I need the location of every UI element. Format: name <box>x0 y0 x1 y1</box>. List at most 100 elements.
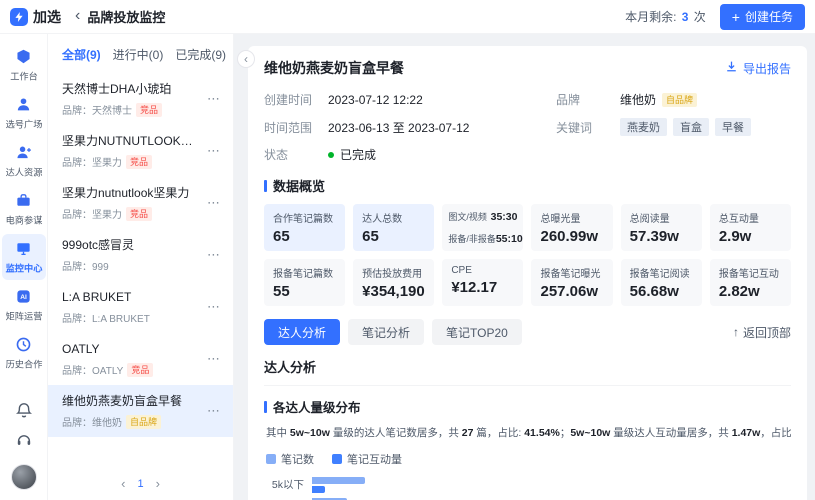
stat-value: 2.9w <box>719 228 782 245</box>
back-icon[interactable]: ‹ <box>75 8 80 24</box>
sidebar-item-history-cooperation[interactable]: 历史合作 <box>2 330 46 376</box>
legend-notes[interactable]: 笔记数 <box>266 451 314 467</box>
detail-title: 维他奶燕麦奶盲盒早餐 <box>264 58 404 78</box>
bar-notes <box>312 477 365 484</box>
sidebar-item-label: 监控中心 <box>5 261 42 275</box>
stat-card: 报备笔记曝光 257.06w <box>531 259 612 306</box>
stat-value: 257.06w <box>540 283 603 300</box>
user-avatar[interactable] <box>11 464 37 490</box>
task-title: OATLY <box>62 341 203 357</box>
sidebar-item-label: 达人资源 <box>5 165 42 179</box>
tab-all[interactable]: 全部(9) <box>62 46 101 63</box>
task-brand: 品牌：L:A BRUKET <box>62 310 150 325</box>
legend-notes-swatch <box>266 454 276 464</box>
level-distribution-section: 各达人量级分布 其中 5w~10w 量级的达人笔记数居多，共 27 篇，占比: … <box>264 397 791 500</box>
brand-value: 维他奶 <box>620 91 656 108</box>
stat-card: 报备笔记阅读 56.68w <box>621 259 702 306</box>
monthly-quota: 本月剩余: 3 次 <box>625 8 706 25</box>
task-item-main: L:A BRUKET 品牌：L:A BRUKET <box>62 289 203 325</box>
self-brand-tag: 自品牌 <box>126 415 161 429</box>
task-list-item[interactable]: 坚果力NUTNUTLOOK坚果力... 品牌：坚果力 竞品 ⋯ <box>48 125 233 177</box>
time-range-label: 时间范围 <box>264 119 328 136</box>
detail-content: ‹ 维他奶燕麦奶盲盒早餐 导出报告 创建时间 2023 <box>234 34 815 500</box>
task-title: 坚果力nutnutlook坚果力 <box>62 185 203 201</box>
collapse-panel-icon[interactable]: ‹ <box>237 50 255 68</box>
info-row: 时间范围 2023-06-13 至 2023-07-12 关键词 燕麦奶 盲盒 … <box>264 118 791 136</box>
task-item-main: 维他奶燕麦奶盲盒早餐 品牌：维他奶 自品牌 <box>62 393 203 429</box>
stat-card: CPE ¥12.17 <box>442 259 523 306</box>
export-report-button[interactable]: 导出报告 <box>725 60 791 77</box>
stat-label: 报备/非报备 <box>448 232 496 245</box>
main-body: 工作台 选号广场 达人资源 电商参谋 <box>0 34 815 500</box>
stat-value: 57.39w <box>630 228 693 245</box>
legend-interactions[interactable]: 笔记互动量 <box>332 451 402 467</box>
status-label: 状态 <box>264 146 328 163</box>
dual-stat-row: 报备/非报备 55:10 <box>448 232 517 245</box>
level-distribution-header: 各达人量级分布 <box>264 397 791 416</box>
legend-interactions-swatch <box>332 454 342 464</box>
more-actions-icon[interactable]: ⋯ <box>203 243 225 267</box>
create-task-button[interactable]: + 创建任务 <box>720 4 805 30</box>
prev-page-icon[interactable]: ‹ <box>121 477 125 490</box>
sidebar-item-ecommerce-advisor[interactable]: 电商参谋 <box>2 186 46 232</box>
stat-card: 总互动量 2.9w <box>710 204 791 251</box>
next-page-icon[interactable]: › <box>156 477 160 490</box>
tab-influencer-analysis[interactable]: 达人分析 <box>264 319 340 345</box>
stat-value: ¥354,190 <box>362 283 425 300</box>
ai-square-icon: AI <box>15 288 32 305</box>
sidebar-item-matrix-operations[interactable]: AI 矩阵运营 <box>2 282 46 328</box>
level-distribution-title: 各达人量级分布 <box>273 397 361 416</box>
task-list-item-selected[interactable]: 维他奶燕麦奶盲盒早餐 品牌：维他奶 自品牌 ⋯ <box>48 385 233 437</box>
quota-label: 本月剩余: <box>625 10 676 24</box>
info-row: 创建时间 2023-07-12 12:22 品牌 维他奶 自品牌 <box>264 91 791 108</box>
task-item-main: 999otc感冒灵 品牌：999 <box>62 237 203 273</box>
logo[interactable]: 加选 <box>10 7 61 27</box>
keyword-tag: 燕麦奶 <box>620 118 667 136</box>
created-time-value: 2023-07-12 12:22 <box>328 93 423 107</box>
sidebar-item-label: 历史合作 <box>5 357 42 371</box>
task-list-item[interactable]: L:A BRUKET 品牌：L:A BRUKET ⋯ <box>48 281 233 333</box>
more-actions-icon[interactable]: ⋯ <box>203 191 225 215</box>
task-title: 坚果力NUTNUTLOOK坚果力... <box>62 133 203 149</box>
analysis-section-title: 达人分析 <box>264 357 791 386</box>
stat-label: 报备笔记篇数 <box>273 265 336 280</box>
task-list-item[interactable]: OATLY 品牌：OATLY 竞品 ⋯ <box>48 333 233 385</box>
sidebar-item-monitoring-center[interactable]: 监控中心 <box>2 234 46 280</box>
task-list-item[interactable]: 坚果力nutnutlook坚果力 品牌：坚果力 竞品 ⋯ <box>48 177 233 229</box>
sidebar-item-selection-plaza[interactable]: 选号广场 <box>2 90 46 136</box>
task-list-item[interactable]: 天然博士DHA小琥珀 品牌：天然博士 竞品 ⋯ <box>48 73 233 125</box>
sidebar-item-workbench[interactable]: 工作台 <box>2 42 46 88</box>
tab-note-top20[interactable]: 笔记TOP20 <box>432 319 522 345</box>
person-plus-icon <box>15 144 32 161</box>
task-brand: 品牌：天然博士 <box>62 102 132 117</box>
sidebar-item-influencer-resources[interactable]: 达人资源 <box>2 138 46 184</box>
competitor-tag: 竞品 <box>126 155 152 169</box>
tab-completed[interactable]: 已完成(9) <box>175 46 226 63</box>
stat-label: 总曝光量 <box>540 210 603 225</box>
tab-in-progress[interactable]: 进行中(0) <box>113 46 164 63</box>
stat-label: 达人总数 <box>362 210 425 225</box>
task-info: 创建时间 2023-07-12 12:22 品牌 维他奶 自品牌 时间范围 20… <box>264 91 791 163</box>
stat-value: 65 <box>273 228 336 245</box>
page-number[interactable]: 1 <box>137 478 143 490</box>
back-to-top-button[interactable]: ↑ 返回顶部 <box>733 324 791 341</box>
more-actions-icon[interactable]: ⋯ <box>203 139 225 163</box>
more-actions-icon[interactable]: ⋯ <box>203 399 225 423</box>
overview-title: 数据概览 <box>273 176 325 195</box>
stat-label: 报备笔记阅读 <box>630 265 693 280</box>
task-brand-line: 品牌：999 <box>62 258 203 273</box>
tab-note-analysis[interactable]: 笔记分析 <box>348 319 424 345</box>
stat-value: ¥12.17 <box>451 279 514 296</box>
more-actions-icon[interactable]: ⋯ <box>203 87 225 111</box>
download-icon <box>725 60 738 76</box>
time-range-value: 2023-06-13 至 2023-07-12 <box>328 119 469 136</box>
bar-interactions <box>312 486 325 493</box>
more-actions-icon[interactable]: ⋯ <box>203 295 225 319</box>
notification-bell-icon[interactable] <box>15 396 33 424</box>
task-list-item[interactable]: 999otc感冒灵 品牌：999 ⋯ <box>48 229 233 281</box>
support-headset-icon[interactable] <box>15 426 33 454</box>
quota-value: 3 <box>682 10 689 24</box>
logo-icon <box>10 8 28 26</box>
dual-stat-row: 图文/视频 35:30 <box>448 210 517 223</box>
more-actions-icon[interactable]: ⋯ <box>203 347 225 371</box>
